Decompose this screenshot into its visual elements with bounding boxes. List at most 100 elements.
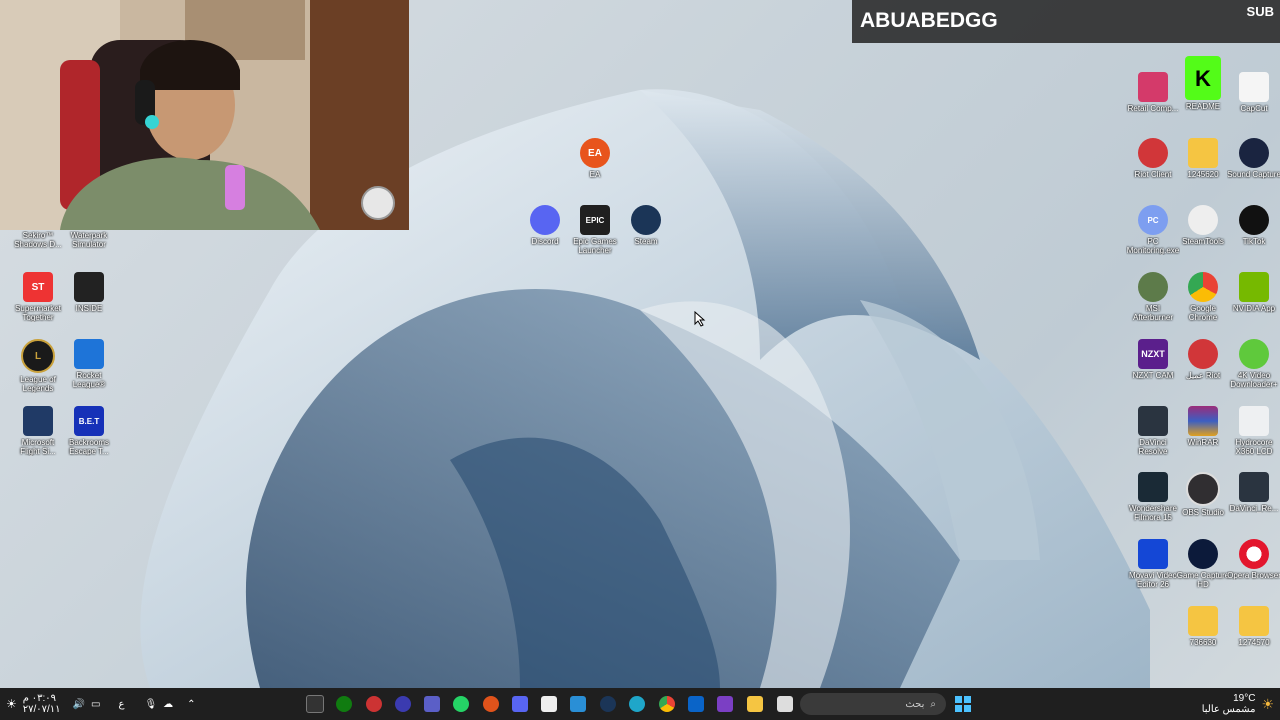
filmora-icon	[1138, 472, 1168, 502]
taskbar-app-blue-icon[interactable]	[568, 694, 588, 714]
onedrive-icon[interactable]: ☁	[163, 699, 173, 710]
taskbar-store-icon[interactable]	[539, 694, 559, 714]
desktop-icon-pc-monitoring[interactable]: PC PC Monitoring.exe	[1126, 205, 1180, 255]
desktop-icon-waterpark[interactable]: Waterpark Simulator	[62, 231, 116, 249]
opera-label: Opera Browser	[1227, 571, 1280, 580]
sound-capture-icon	[1239, 138, 1269, 168]
desktop-icon-backrooms[interactable]: B.E.T Backrooms Escape T...	[62, 406, 116, 456]
game-capture-icon	[1188, 539, 1218, 569]
desktop-icon-tiktok[interactable]: TikTok	[1227, 205, 1280, 246]
taskbar-app-icon[interactable]	[393, 694, 413, 714]
desktop-icon-steamtools[interactable]: SteamTools	[1176, 205, 1230, 246]
chrome-label: Google Chrome	[1188, 304, 1218, 322]
desktop-icon-nvidia[interactable]: NVIDIA App	[1227, 272, 1280, 313]
desktop-icon-hydrocore[interactable]: Hydrocore X360 LCD	[1227, 406, 1280, 456]
taskbar-teams-icon[interactable]	[422, 694, 442, 714]
desktop-icon-readme[interactable]: K README	[1176, 56, 1230, 111]
weather-desc: مشمس عالبا	[1201, 704, 1256, 715]
desktop-icon-supermarket[interactable]: ST Supermarket Together	[11, 272, 65, 322]
desktop-icon-4k-downloader[interactable]: 4K Video Downloader+	[1227, 339, 1280, 389]
taskbar-whatsapp-icon[interactable]	[451, 694, 471, 714]
desktop-icon-sound-capture[interactable]: Sound Capture	[1227, 138, 1280, 179]
desktop-icon-flight-sim[interactable]: Microsoft Flight Si...	[11, 406, 65, 456]
system-tray-left: ☀ ٠٣:٠٩ م ٢٧/٠٧/١١ 🔊 ▭ ع 🎙 ☁ ⌃	[6, 688, 196, 720]
desktop-icon-ea[interactable]: EA EA	[568, 138, 622, 179]
desktop-icon-davinci[interactable]: DaVinci Resolve	[1126, 406, 1180, 456]
taskbar-edge-icon[interactable]	[627, 694, 647, 714]
weather-icon[interactable]: ☀	[6, 697, 17, 711]
steam-label: Steam	[634, 237, 658, 246]
taskbar-app-purple-icon[interactable]	[715, 694, 735, 714]
start-button-windows-icon[interactable]	[953, 694, 973, 714]
desktop-icon-movavi[interactable]: Movavi Video Editor 26	[1126, 539, 1180, 589]
flight-sim-label: Microsoft Flight Si...	[20, 438, 56, 456]
desktop-icon-inside[interactable]: INSIDE	[62, 272, 116, 313]
desktop-icon-chrome[interactable]: Google Chrome	[1176, 272, 1230, 322]
sekiro-label: Sekiro™ Shadows D...	[14, 231, 62, 249]
taskbar-game-icon[interactable]	[364, 694, 384, 714]
rocket-league-label: Rocket League®	[72, 371, 106, 389]
webcam-overlay	[0, 0, 409, 230]
filmora-label: Wondershare Filmora 15	[1129, 504, 1177, 522]
taskbar-chrome-icon[interactable]	[657, 694, 677, 714]
hydrocore-label: Hydrocore X360 LCD	[1235, 438, 1273, 456]
capcut-icon	[1239, 72, 1269, 102]
desktop-icon-folder-1274570[interactable]: 1274570	[1227, 606, 1280, 647]
desktop-icon-winrar[interactable]: WinRAR	[1176, 406, 1230, 447]
msi-afterburner-icon	[1138, 272, 1168, 302]
game-capture-label: Game Capture HD	[1176, 571, 1230, 589]
desktop-icon-riot-ar[interactable]: عميل Riot	[1176, 339, 1230, 380]
backrooms-label: Backrooms Escape T...	[68, 438, 109, 456]
taskbar-terminal-icon[interactable]	[305, 694, 325, 714]
discord-icon	[530, 205, 560, 235]
inside-icon	[74, 272, 104, 302]
language-indicator[interactable]: ع	[118, 699, 124, 710]
desktop-icon-davinci-2[interactable]: DaVinci_Re...	[1227, 472, 1280, 513]
desktop-icon-rocket-league[interactable]: Rocket League®	[62, 339, 116, 389]
taskbar-app-orange-icon[interactable]	[481, 694, 501, 714]
taskbar-file-explorer-icon[interactable]	[745, 694, 765, 714]
flight-simulator-icon	[23, 406, 53, 436]
desktop-icon-riot-client[interactable]: Riot Client	[1126, 138, 1180, 179]
pc-monitoring-label: PC Monitoring.exe	[1126, 237, 1180, 255]
taskbar-task-view-icon[interactable]	[775, 694, 795, 714]
capcut-label: CapCut	[1240, 104, 1268, 113]
taskbar-steam-icon[interactable]	[598, 694, 618, 714]
weather-widget[interactable]: 19°C مشمس عالبا ☀	[1202, 688, 1274, 720]
network-icon[interactable]: ▭	[91, 699, 100, 710]
sun-icon: ☀	[1261, 695, 1274, 712]
desktop-icon-game-capture[interactable]: Game Capture HD	[1176, 539, 1230, 589]
show-hidden-icons-chevron-icon[interactable]: ⌃	[187, 699, 195, 710]
desktop-icon-folder-1245620[interactable]: 1245620	[1176, 138, 1230, 179]
desktop-icon-opera[interactable]: Opera Browser	[1227, 539, 1280, 580]
desktop-icon-league[interactable]: L League of Legends	[11, 339, 65, 393]
desktop-icon-sekiro[interactable]: Sekiro™ Shadows D...	[11, 231, 65, 249]
desktop-icon-nzxt[interactable]: NZXT NZXT CAM	[1126, 339, 1180, 380]
clock[interactable]: ٠٣:٠٩ م ٢٧/٠٧/١١	[23, 693, 61, 715]
folder-icon	[1188, 138, 1218, 168]
desktop-icon-obs[interactable]: OBS Studio	[1176, 472, 1230, 517]
taskbar: ☀ ٠٣:٠٩ م ٢٧/٠٧/١١ 🔊 ▭ ع 🎙 ☁ ⌃ بحث ⌕ 19°…	[0, 688, 1280, 720]
inside-label: INSIDE	[75, 304, 103, 313]
search-icon: ⌕	[930, 698, 936, 710]
taskbar-search-box[interactable]: بحث ⌕	[800, 693, 946, 715]
desktop-icon-folder-736630[interactable]: 736630	[1176, 606, 1230, 647]
volume-icon[interactable]: 🔊	[73, 699, 85, 710]
taskbar-outlook-icon[interactable]	[686, 694, 706, 714]
discord-label: Discord	[531, 237, 559, 246]
waterpark-label: Waterpark Simulator	[70, 231, 108, 249]
taskbar-xbox-icon[interactable]	[334, 694, 354, 714]
desktop-icon-filmora[interactable]: Wondershare Filmora 15	[1126, 472, 1180, 522]
obs-label: OBS Studio	[1182, 508, 1224, 517]
msi-afterburner-label: MSI Afterburner	[1132, 304, 1174, 322]
microphone-icon[interactable]: 🎙	[144, 699, 157, 710]
desktop-icon-capcut[interactable]: CapCut	[1227, 72, 1280, 113]
davinci-2-label: DaVinci_Re...	[1229, 504, 1279, 513]
desktop-icon-retail[interactable]: Retail Comp...	[1126, 72, 1180, 113]
retail-icon	[1138, 72, 1168, 102]
desktop-icon-steam[interactable]: Steam	[619, 205, 673, 246]
desktop-icon-discord[interactable]: Discord	[518, 205, 572, 246]
desktop-icon-epic[interactable]: EPIC Epic Games Launcher	[568, 205, 622, 255]
taskbar-discord-icon[interactable]	[510, 694, 530, 714]
desktop-icon-msi-afterburner[interactable]: MSI Afterburner	[1126, 272, 1180, 322]
